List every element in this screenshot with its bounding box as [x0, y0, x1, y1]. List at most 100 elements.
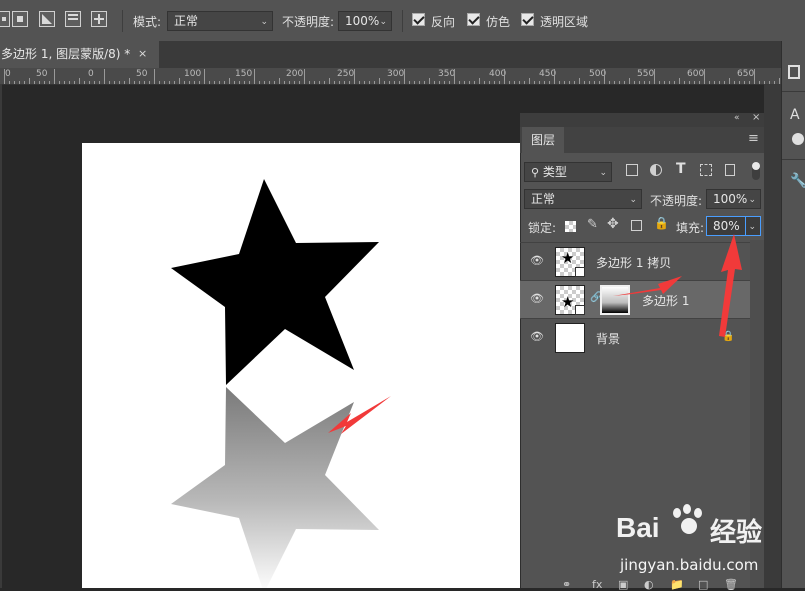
- filter-pixel-icon[interactable]: [626, 164, 638, 176]
- ruler-tick: [164, 81, 165, 84]
- chevron-down-icon: ⌄: [748, 195, 756, 205]
- close-tab-icon[interactable]: ×: [138, 41, 152, 68]
- ruler-tick: [564, 81, 565, 84]
- ruler-tick: [689, 81, 690, 84]
- chevron-down-icon: ⌄: [379, 17, 387, 27]
- ruler-tick: [694, 81, 695, 84]
- ruler-tick: [449, 81, 450, 84]
- close-panel-icon[interactable]: ×: [752, 112, 760, 123]
- ruler-tick: [519, 81, 520, 84]
- ruler-tick: [174, 81, 175, 84]
- tools-wrench-icon[interactable]: 🔧: [790, 173, 805, 189]
- filter-shape-icon[interactable]: [700, 164, 712, 176]
- ruler-tick: [604, 69, 605, 84]
- ruler-tick: [544, 81, 545, 84]
- link-layers-icon[interactable]: ⚭: [562, 578, 571, 591]
- ruler-label: 550: [637, 69, 655, 79]
- blend-mode-select[interactable]: 正常 ⌄: [524, 189, 642, 209]
- tab-layers[interactable]: 图层: [522, 127, 564, 153]
- panel-menu-icon[interactable]: ≡: [748, 131, 759, 146]
- ruler-tick: [614, 81, 615, 84]
- ruler-tick: [189, 81, 190, 84]
- filter-toggle[interactable]: [752, 162, 760, 180]
- ruler-label: 350: [438, 69, 456, 79]
- ruler-tick: [424, 81, 425, 84]
- layer-opacity-input[interactable]: 100% ⌄: [706, 189, 761, 209]
- transparency-checkbox[interactable]: [521, 13, 534, 26]
- gradient-linear-button[interactable]: [0, 11, 10, 27]
- ruler-tick: [74, 81, 75, 84]
- ruler-label: 300: [387, 69, 405, 79]
- ruler-tick: [684, 81, 685, 84]
- ruler-tick: [344, 81, 345, 84]
- ruler-label: 150: [235, 69, 253, 79]
- ruler-tick: [584, 81, 585, 84]
- annotation-arrow: [613, 276, 682, 296]
- artboard-icon[interactable]: [788, 65, 800, 79]
- ruler-tick: [619, 81, 620, 84]
- ruler-tick: [219, 81, 220, 84]
- ruler-tick: [509, 81, 510, 84]
- ruler-tick: [49, 81, 50, 84]
- lock-all-icon[interactable]: 🔒: [654, 216, 669, 230]
- ruler-label: 250: [337, 69, 355, 79]
- filter-smartobject-icon[interactable]: [725, 164, 735, 176]
- document-canvas[interactable]: [82, 143, 520, 588]
- ruler-tick: [209, 81, 210, 84]
- reverse-label: 反向: [431, 15, 456, 29]
- ruler-tick: [479, 78, 480, 84]
- search-icon: ⚲: [531, 166, 540, 179]
- ruler-tick: [29, 78, 30, 84]
- gradient-diamond-button[interactable]: [91, 11, 107, 27]
- ruler-label: 50: [36, 69, 48, 79]
- ruler-tick: [624, 81, 625, 84]
- reverse-checkbox[interactable]: [412, 13, 425, 26]
- ruler-tick: [349, 81, 350, 84]
- ruler-tick: [59, 81, 60, 84]
- gradient-radial-button[interactable]: [12, 11, 28, 27]
- ruler-tick: [64, 81, 65, 84]
- filter-type-icon[interactable]: T: [676, 161, 686, 177]
- mode-select[interactable]: 正常 ⌄: [167, 11, 273, 31]
- mode-label: 模式:: [133, 15, 162, 29]
- ruler-tick: [224, 81, 225, 84]
- ruler-tick: [84, 81, 85, 84]
- chevron-down-icon: ⌄: [599, 168, 607, 178]
- ruler-tick: [494, 81, 495, 84]
- document-tab[interactable]: 多边形 1, 图层蒙版/8) *: [0, 41, 159, 68]
- ruler-tick: [299, 81, 300, 84]
- gradient-reflected-button[interactable]: [65, 11, 81, 27]
- ruler-tick: [379, 78, 380, 84]
- document-tab-title: 多边形 1, 图层蒙版/8) *: [1, 47, 131, 61]
- ruler-tick: [89, 81, 90, 84]
- star-shape[interactable]: [171, 179, 379, 385]
- ruler-tick: [354, 69, 355, 84]
- watermark-url: jingyan.baidu.com: [620, 556, 759, 574]
- ruler-label: 200: [286, 69, 304, 79]
- filter-adjustment-icon[interactable]: [650, 164, 662, 176]
- ruler-tick: [119, 81, 120, 84]
- ruler-tick: [634, 81, 635, 84]
- ruler-tick: [264, 81, 265, 84]
- annotation-arrow: [719, 234, 742, 337]
- ruler-tick: [294, 81, 295, 84]
- collapse-panel-icon[interactable]: «: [734, 113, 740, 123]
- baidu-watermark: Bai 经验 jingyan.baidu.com: [598, 490, 798, 588]
- layer-filter-select[interactable]: ⚲ 类型 ⌄: [524, 162, 612, 182]
- gradient-angle-button[interactable]: [39, 11, 55, 27]
- ruler-tick: [124, 81, 125, 84]
- character-panel-icon[interactable]: A: [790, 107, 800, 123]
- paragraph-panel-icon[interactable]: [792, 133, 804, 145]
- ruler-tick: [364, 81, 365, 84]
- ruler-tick: [569, 81, 570, 84]
- ruler-tick: [289, 81, 290, 84]
- dither-checkbox[interactable]: [467, 13, 480, 26]
- ruler-tick: [154, 69, 155, 84]
- ruler-tick: [579, 78, 580, 84]
- opacity-input[interactable]: 100% ⌄: [338, 11, 392, 31]
- ruler-tick: [559, 81, 560, 84]
- opacity-label: 不透明度:: [282, 15, 335, 29]
- ruler-tick: [24, 81, 25, 84]
- ruler-tick: [39, 81, 40, 84]
- watermark-brand: Bai: [616, 512, 660, 543]
